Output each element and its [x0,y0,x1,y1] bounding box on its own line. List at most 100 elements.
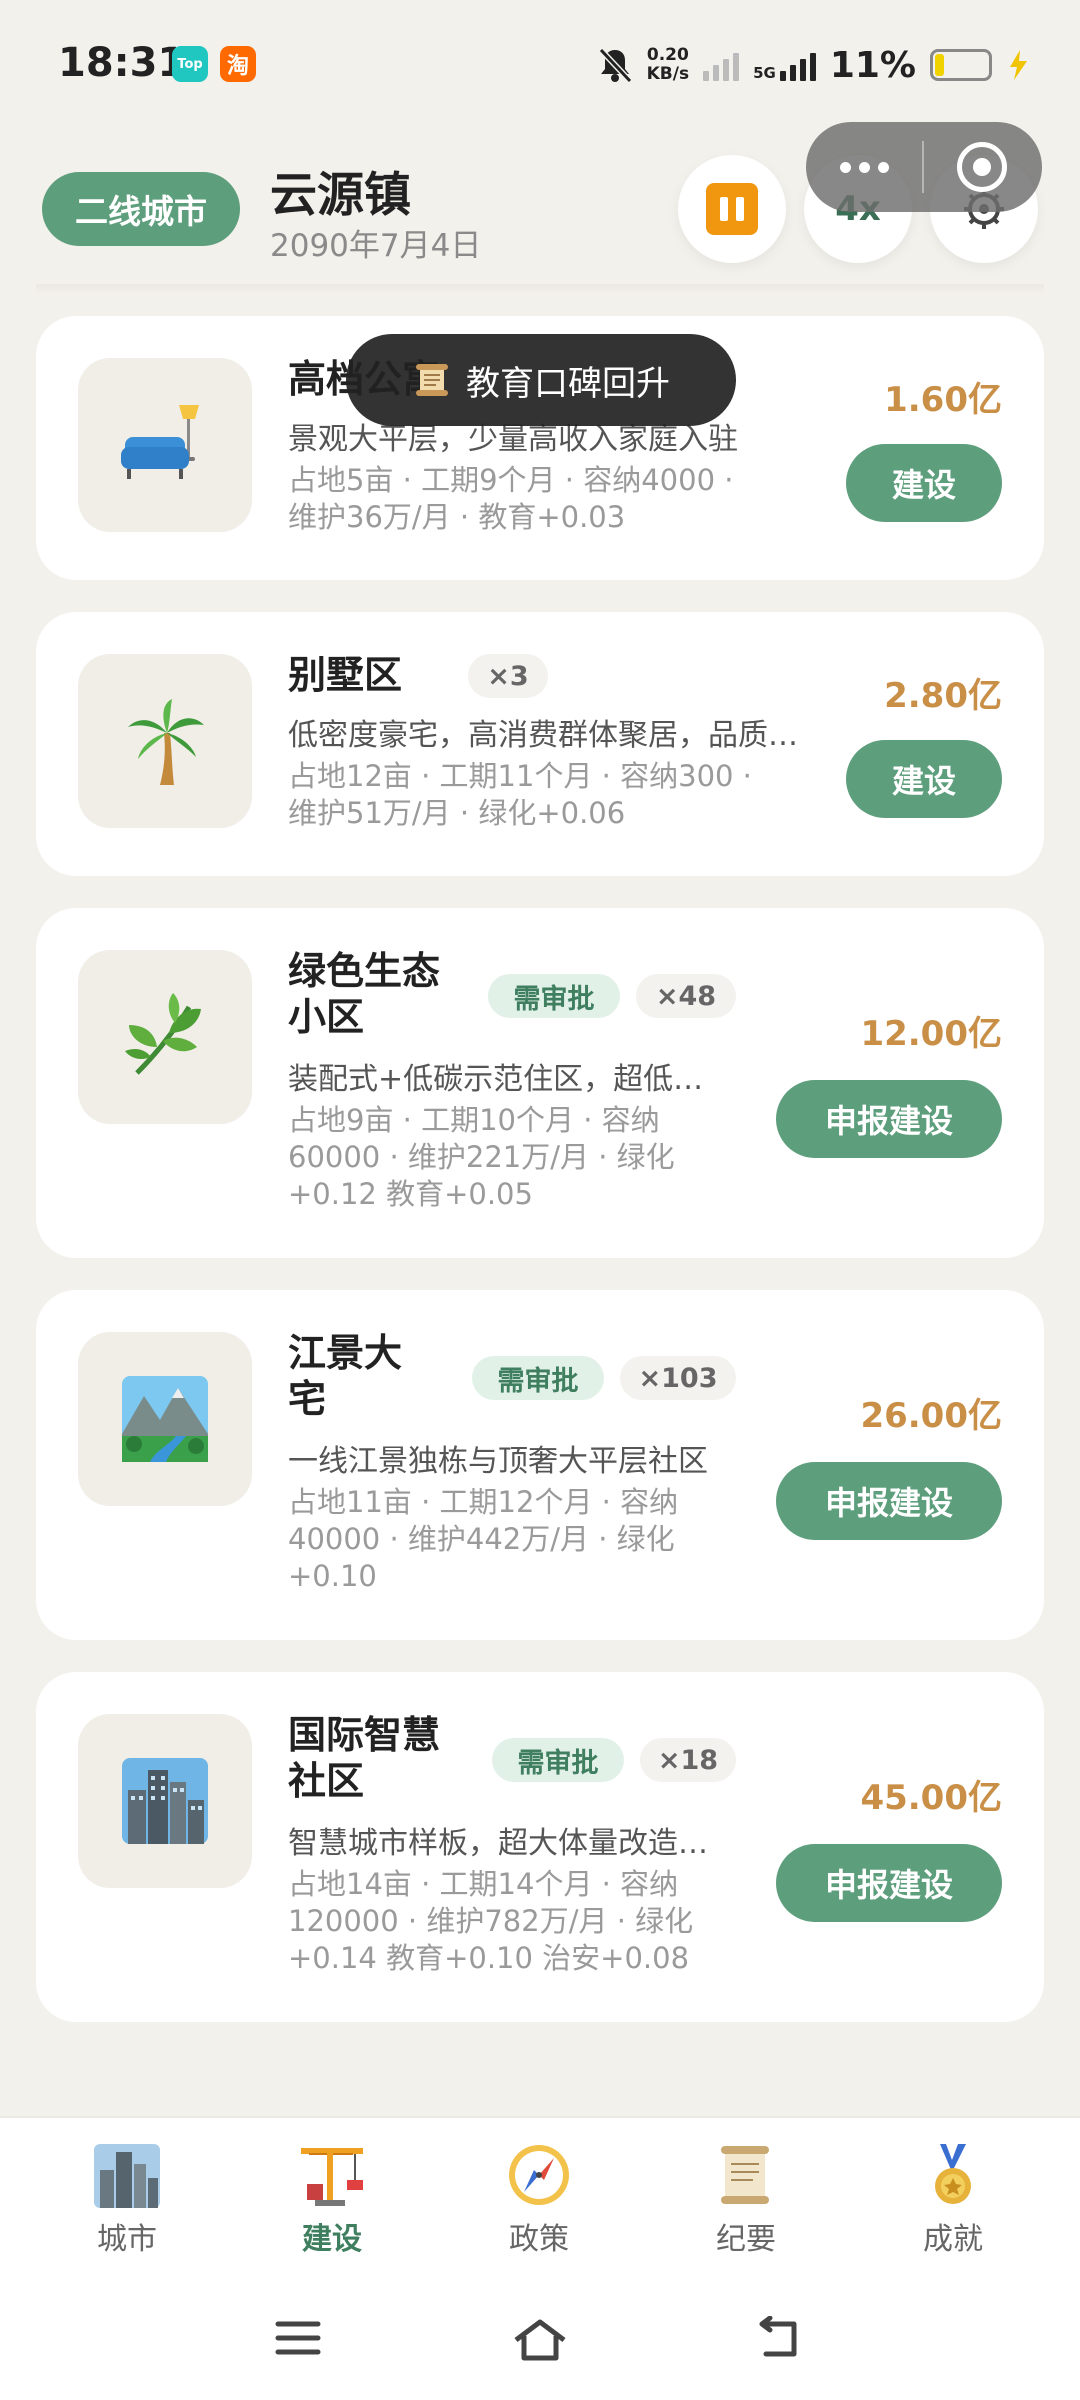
building-name-line: 小区 [288,995,365,1039]
close-miniprogram-icon[interactable] [924,142,1040,192]
building-name: 国际智慧 社区 [288,1712,440,1804]
building-price: 26.00亿 [860,1396,1002,1436]
network-type: 5G [753,64,776,82]
pause-button[interactable] [678,155,786,263]
net-speed-value: 0.20 [646,45,689,65]
tab-label: 城市 [97,2222,157,2257]
tab-label: 纪要 [716,2222,776,2257]
owned-count-badge: ×103 [620,1356,736,1400]
toast-text: 教育口碑回升 [466,363,670,404]
tab-label: 政策 [509,2222,569,2257]
stats-line: 60000 · 维护221万/月 · 绿化 [288,1140,675,1174]
building-card-eco-community: 绿色生态 小区 需审批 ×48 装配式+低碳示范住区，超低能耗 占地9亩 · 工… [36,908,1044,1258]
stats-line: 40000 · 维护442万/月 · 绿化 [288,1522,675,1556]
status-bar: 18:31 Top 淘 0.20 KB/s 5G 11% [0,0,1080,130]
system-navigation-bar [0,2280,1080,2400]
building-name-line: 社区 [288,1759,365,1803]
tab-label: 建设 [302,2222,362,2257]
stats-line: 维护36万/月 · 教育+0.03 [288,500,626,534]
bottom-tab-bar: 城市 建设 政策 纪要 成就 [0,2116,1080,2280]
stats-line: 占地12亩 · 工期11个月 · 容纳300 · [288,759,752,793]
building-card-smart-community: 国际智慧 社区 需审批 ×18 智慧城市样板，超大体量改造示范 占地14亩 · … [36,1672,1044,2022]
scroll-icon [721,2146,769,2204]
building-stats: 占地5亩 · 工期9个月 · 容纳4000 · 维护36万/月 · 教育+0.0… [288,462,733,536]
building-price: 12.00亿 [860,1014,1002,1054]
approval-badge: 需审批 [472,1356,604,1400]
game-date: 2090年7月4日 [270,228,482,264]
stats-line: +0.14 教育+0.10 治安+0.08 [288,1941,690,1975]
stats-line: 占地9亩 · 工期10个月 · 容纳 [288,1103,660,1137]
battery-icon [930,49,992,81]
building-stats: 占地14亩 · 工期14个月 · 容纳 120000 · 维护782万/月 · … [288,1866,693,1977]
building-stats: 占地11亩 · 工期12个月 · 容纳 40000 · 维护442万/月 · 绿… [288,1484,678,1595]
signal-2-icon [779,49,816,81]
charging-bolt-icon [1010,50,1027,80]
stats-line: 占地5亩 · 工期9个月 · 容纳4000 · [288,463,734,497]
stats-line: 维护51万/月 · 绿化+0.06 [288,796,626,830]
building-name-line: 宅 [288,1377,327,1421]
toast-notification: 教育口碑回升 [346,334,736,426]
tab-city[interactable]: 城市 [57,2140,197,2258]
stats-line: 占地14亩 · 工期14个月 · 容纳 [288,1867,679,1901]
owned-count-badge: ×3 [468,654,548,698]
pause-icon [706,183,758,235]
back-icon[interactable] [754,2316,804,2360]
status-right: 0.20 KB/s 5G 11% [597,40,1030,90]
top-app-icon: Top [172,46,208,82]
status-time: 18:31 [58,40,186,86]
city-skyline-icon [78,1714,252,1888]
building-desc: 一线江景独栋与顶奢大平层社区 [288,1444,708,1479]
build-button[interactable]: 建设 [846,444,1002,522]
taobao-app-icon: 淘 [220,46,256,82]
owned-count-badge: ×48 [636,974,736,1018]
palm-tree-icon [78,654,252,828]
apply-build-button[interactable]: 申报建设 [776,1844,1002,1922]
town-name: 云源镇 [270,168,411,223]
city-icon [94,2144,160,2208]
apply-build-button[interactable]: 申报建设 [776,1462,1002,1540]
tab-minutes[interactable]: 纪要 [676,2140,816,2258]
building-price: 45.00亿 [860,1778,1002,1818]
river-landscape-icon [78,1332,252,1506]
building-name-line: 江景大 [288,1331,403,1375]
building-desc: 低密度豪宅，高消费群体聚居，品质生活 [288,718,808,753]
menu-icon[interactable] [274,2316,322,2360]
approval-badge: 需审批 [492,1738,624,1782]
stats-line: 占地11亩 · 工期12个月 · 容纳 [288,1485,679,1519]
signal-1-icon [703,49,740,81]
medal-icon [935,2144,971,2204]
tab-label: 成就 [923,2222,983,2257]
more-menu-icon[interactable] [806,161,922,173]
stats-line: 120000 · 维护782万/月 · 绿化 [288,1904,694,1938]
building-desc: 智慧城市样板，超大体量改造示范 [288,1826,708,1861]
owned-count-badge: ×18 [640,1738,736,1782]
stats-line: +0.10 [288,1559,377,1593]
leaf-icon [78,950,252,1124]
approval-badge: 需审批 [488,974,620,1018]
miniprogram-capsule [806,122,1042,212]
compass-icon [509,2145,569,2205]
net-speed-unit: KB/s [646,64,690,84]
tab-build[interactable]: 建设 [262,2140,402,2258]
building-desc: 装配式+低碳示范住区，超低能耗 [288,1062,708,1097]
mute-bell-icon [598,47,632,84]
building-name: 江景大 宅 [288,1330,402,1422]
signal-5g: 5G [753,49,816,81]
building-price: 1.60亿 [884,380,1002,420]
city-tier-badge[interactable]: 二线城市 [42,172,240,246]
battery-percent: 11% [829,44,916,86]
net-speed: 0.20 KB/s [647,46,689,84]
build-button[interactable]: 建设 [846,740,1002,818]
scroll-icon [416,364,448,396]
tab-achievements[interactable]: 成就 [883,2140,1023,2258]
header-divider [36,284,1044,294]
tab-policy[interactable]: 政策 [469,2140,609,2258]
apply-build-button[interactable]: 申报建设 [776,1080,1002,1158]
stats-line: +0.12 教育+0.05 [288,1177,533,1211]
building-price: 2.80亿 [884,676,1002,716]
building-name: 绿色生态 小区 [288,948,440,1040]
home-icon[interactable] [510,2316,570,2364]
crane-icon [301,2148,363,2206]
building-name: 别墅区 [288,653,403,697]
building-name-line: 国际智慧 [288,1713,441,1757]
